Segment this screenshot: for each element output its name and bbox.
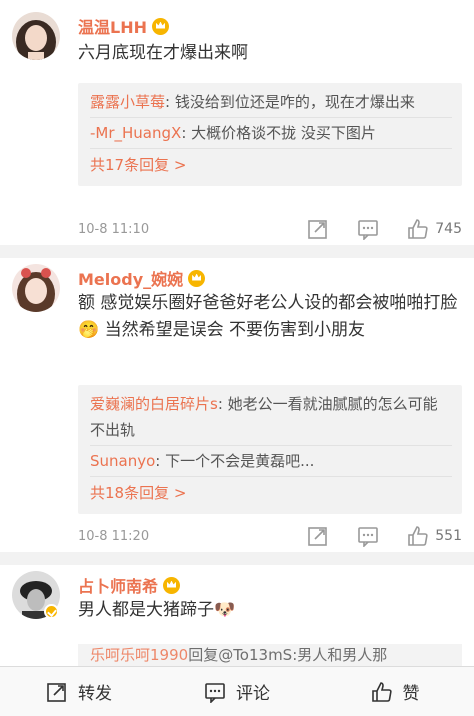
comment-text: 男人都是大猪蹄子🐶: [78, 600, 236, 620]
username-label[interactable]: 占卜师南希: [78, 573, 158, 597]
thumbs-up-icon: [408, 219, 428, 239]
username-label[interactable]: 温温LHH: [78, 14, 147, 38]
reply-text: : 钱没给到位还是咋的，现在才爆出来: [165, 93, 415, 111]
timestamp: 10-8 11:10: [78, 221, 150, 237]
username[interactable]: 温温LHH: [78, 14, 169, 38]
comment-label: 评论: [236, 684, 270, 704]
username[interactable]: Melody_婉婉: [78, 266, 206, 290]
reply-box[interactable]: 乐呵乐呵1990回复@To13mS:男人和男人那: [78, 644, 462, 666]
reply-author[interactable]: -Mr_HuangX: [90, 124, 181, 142]
like-count: 745: [435, 221, 462, 237]
timestamp: 10-8 11:20: [78, 528, 150, 544]
reply-item[interactable]: Sunanyo: 下一个不会是黄磊吧...: [90, 446, 452, 477]
reply-text: : 下一个不会是黄磊吧...: [155, 452, 315, 470]
divider: [0, 552, 474, 565]
thumbs-up-icon: [371, 681, 392, 702]
reply-author[interactable]: Sunanyo: [90, 452, 155, 470]
reply-item[interactable]: 爱巍澜的白居碎片s: 她老公一看就油腻腻的怎么可能不出轨: [90, 389, 452, 446]
repost-icon: [47, 682, 66, 702]
reply-box[interactable]: 露露小草莓: 钱没给到位还是咋的，现在才爆出来 -Mr_HuangX: 大概价格…: [78, 83, 462, 186]
repost-label: 转发: [78, 684, 112, 704]
reply-author[interactable]: 爱巍澜的白居碎片s: [90, 395, 218, 413]
comment-icon[interactable]: [357, 218, 379, 241]
comment-text: 额 感觉娱乐圈好爸爸好老公人设的都会被啪啪打脸🤭 当然希望是误会 不要伤害到小朋…: [78, 293, 458, 340]
reply-text: 回复@To13mS:男人和男人那: [188, 646, 388, 664]
like-count: 551: [435, 528, 462, 544]
verified-badge-icon: [44, 604, 59, 619]
reply-box[interactable]: 爱巍澜的白居碎片s: 她老公一看就油腻腻的怎么可能不出轨 Sunanyo: 下一…: [78, 385, 462, 514]
crown-icon: [188, 269, 206, 287]
reply-author[interactable]: 乐呵乐呵1990: [90, 646, 188, 664]
repost-button[interactable]: 转发: [0, 667, 158, 716]
comment-meta: 10-8 11:10 745: [78, 215, 462, 243]
avatar[interactable]: [12, 12, 60, 60]
comment-button[interactable]: 评论: [158, 667, 316, 716]
more-replies-link[interactable]: 共17条回复 >: [90, 149, 452, 178]
reply-author[interactable]: 露露小草莓: [90, 93, 165, 111]
repost-icon[interactable]: [307, 525, 329, 547]
crown-icon: [163, 576, 181, 594]
username[interactable]: 占卜师南希: [78, 573, 181, 597]
divider: [0, 245, 474, 258]
repost-icon[interactable]: [307, 218, 329, 240]
comment-icon[interactable]: [357, 525, 379, 548]
like-button[interactable]: 赞: [316, 667, 474, 716]
thumbs-up-icon: [408, 526, 428, 546]
like-label: 赞: [402, 684, 420, 704]
bottom-action-bar: 转发 评论 赞: [0, 666, 474, 716]
avatar[interactable]: [12, 264, 60, 312]
reply-item[interactable]: 露露小草莓: 钱没给到位还是咋的，现在才爆出来: [90, 87, 452, 118]
comment-text: 六月底现在才爆出来啊: [78, 43, 248, 63]
crown-icon: [151, 17, 169, 35]
like-button[interactable]: 551: [407, 525, 462, 547]
like-button[interactable]: 745: [407, 218, 462, 240]
comment-icon: [205, 682, 225, 703]
username-label[interactable]: Melody_婉婉: [78, 266, 183, 290]
comment-meta: 10-8 11:20 551: [78, 522, 462, 550]
reply-item[interactable]: -Mr_HuangX: 大概价格谈不拢 没买下图片: [90, 118, 452, 149]
more-replies-link[interactable]: 共18条回复 >: [90, 477, 452, 506]
reply-text: : 大概价格谈不拢 没买下图片: [181, 124, 376, 142]
